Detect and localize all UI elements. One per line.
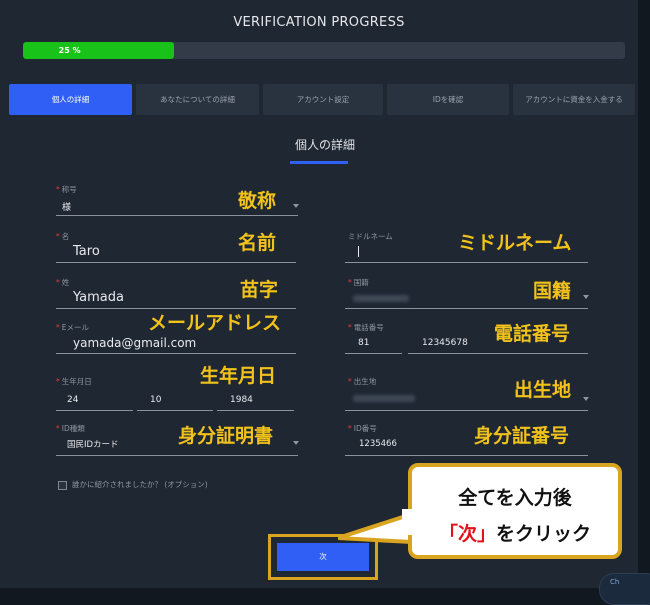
id-type-value: 国民IDカード <box>67 440 119 450</box>
chevron-down-icon <box>583 295 589 299</box>
tab-about-you[interactable]: あなたについての詳細 <box>136 84 259 115</box>
birth-date-label: * 生年月日 <box>56 377 92 386</box>
id-type-label: * ID種類 <box>56 424 85 433</box>
birthplace-value-redacted <box>353 395 415 402</box>
chevron-down-icon <box>293 204 299 208</box>
text-cursor <box>358 246 359 257</box>
annotation-phone: 電話番号 <box>494 323 571 345</box>
id-number-label: * ID番号 <box>348 424 377 433</box>
annotation-nationality: 国籍 <box>533 280 572 302</box>
phone-country-code-value: 81 <box>358 338 370 348</box>
progress-label: 25 % <box>58 46 81 55</box>
birth-month-value: 10 <box>150 395 162 405</box>
annotation-middle-name: ミドルネーム <box>458 232 572 254</box>
section-title: 個人の詳細 <box>294 138 355 152</box>
salutation-label: * 称号 <box>56 185 77 194</box>
annotation-salutation: 敬称 <box>238 190 277 212</box>
phone-number-value: 12345678 <box>422 338 468 348</box>
callout-line2: 「次」をクリック <box>412 519 618 546</box>
first-name-label: * 名 <box>56 232 70 241</box>
first-name-value: Taro <box>73 244 100 259</box>
chat-widget[interactable]: Ch <box>599 573 650 605</box>
last-name-value: Yamada <box>73 290 124 305</box>
birthplace-label: * 出生地 <box>348 377 377 386</box>
annotation-birthplace: 出生地 <box>514 379 572 401</box>
progress-bar: 25 % <box>23 42 625 59</box>
birth-year-value: 1984 <box>230 395 253 405</box>
instruction-callout: 全てを入力後 「次」をクリック <box>408 463 622 559</box>
chevron-down-icon <box>293 441 299 445</box>
chevron-down-icon <box>583 397 589 401</box>
nationality-value-redacted <box>353 295 409 302</box>
phone-country-code-field[interactable]: * 電話番号 81 <box>345 322 402 354</box>
callout-rest: をクリック <box>496 523 592 545</box>
last-name-label: * 姓 <box>56 278 70 287</box>
referral-checkbox-label: 誰かに紹介されましたか？ (オプション) <box>72 480 208 489</box>
annotation-id-type: 身分証明書 <box>178 425 274 447</box>
middle-name-label: ミドルネーム <box>348 232 393 241</box>
callout-pointer-cover <box>402 509 418 535</box>
annotation-email: メールアドレス <box>148 312 282 334</box>
annotation-id-number: 身分証番号 <box>474 425 570 447</box>
email-value: yamada@gmail.com <box>73 336 197 350</box>
callout-line1: 全てを入力後 <box>458 487 572 509</box>
step-tabs: 個人の詳細 あなたについての詳細 アカウント設定 IDを確認 アカウントに資金を… <box>9 84 635 116</box>
nationality-label: * 国籍 <box>348 278 369 287</box>
tab-personal-details[interactable]: 個人の詳細 <box>9 84 132 115</box>
annotation-first-name: 名前 <box>238 232 277 254</box>
page-title: VERIFICATION PROGRESS <box>233 15 405 30</box>
tab-fund-account[interactable]: アカウントに資金を入金する <box>513 84 635 115</box>
tab-verify-id[interactable]: IDを確認 <box>387 84 509 115</box>
id-number-value: 1235466 <box>359 439 397 449</box>
tab-account-settings[interactable]: アカウント設定 <box>263 84 383 115</box>
referral-checkbox[interactable] <box>58 481 67 490</box>
email-label: * Eメール <box>56 323 89 332</box>
salutation-value: 様 <box>62 203 72 213</box>
annotation-birth-date: 生年月日 <box>200 365 277 387</box>
phone-label: * 電話番号 <box>348 323 384 332</box>
chat-label: Ch <box>610 578 620 586</box>
birth-day-value: 24 <box>67 395 79 405</box>
section-underline <box>290 161 348 164</box>
callout-highlight: 「次」 <box>438 523 496 545</box>
birth-day-field[interactable]: * 生年月日 24 <box>56 376 133 411</box>
annotation-last-name: 苗字 <box>240 279 279 301</box>
